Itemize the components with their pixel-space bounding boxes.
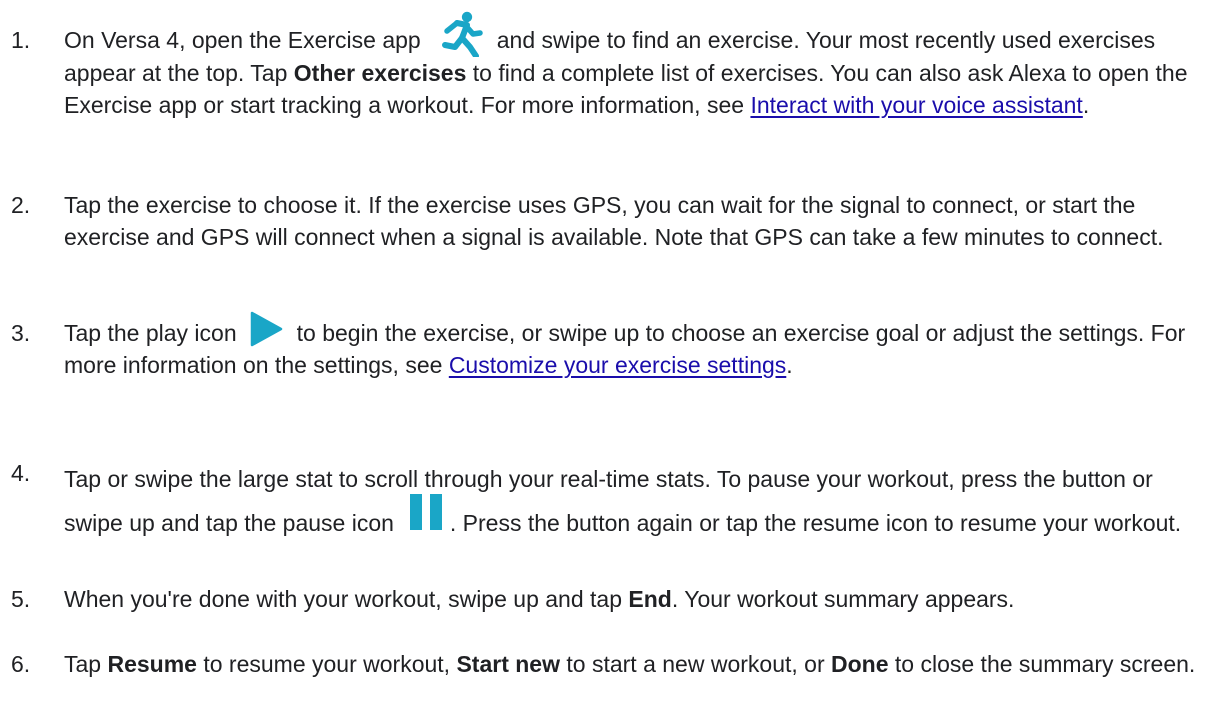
step-number: 3.: [11, 320, 31, 346]
step-text-part: .: [1082, 91, 1090, 118]
end-label: End: [628, 586, 672, 612]
step-text-part: . Your workout summary appears.: [671, 586, 1015, 612]
step-text-part: . Press the button again or tap the resu…: [449, 510, 1182, 536]
step-text: On Versa 4, open the Exercise app and sw…: [64, 11, 1214, 121]
step-text: Tap the exercise to choose it. If the ex…: [64, 189, 1214, 253]
other-exercises-label: Other exercises: [293, 59, 467, 86]
step-text-part: Tap the exercise to choose it. If the ex…: [64, 192, 1164, 250]
step-number: 5.: [11, 586, 31, 612]
step-number: 4.: [11, 460, 31, 486]
running-person-icon: [433, 11, 483, 59]
interact-with-voice-assistant-link[interactable]: Interact with your voice assistant: [750, 92, 1082, 118]
play-icon: [249, 311, 283, 347]
step-text-part: When you're done with your workout, swip…: [64, 586, 629, 612]
step-text-part: to start a new workout, or: [560, 651, 832, 677]
resume-label: Resume: [107, 651, 197, 677]
step-text: Tap or swipe the large stat to scroll th…: [64, 457, 1214, 545]
step-text-part: to resume your workout,: [196, 651, 457, 677]
step-text-part: Tap: [64, 651, 108, 677]
step-number: 6.: [11, 651, 31, 677]
step-text: Tap the play icon to begin the exercise,…: [64, 311, 1214, 381]
pause-icon: [406, 493, 446, 533]
step-number: 1.: [11, 27, 31, 53]
done-label: Done: [831, 651, 889, 677]
step-text-part: to close the summary screen.: [888, 651, 1196, 677]
step-text: Tap Resume to resume your workout, Start…: [64, 648, 1214, 680]
step-text-part: .: [786, 352, 793, 378]
step-number: 2.: [11, 192, 31, 218]
step-text-part: On Versa 4, open the Exercise app: [64, 27, 421, 53]
step-text: When you're done with your workout, swip…: [64, 583, 1214, 615]
customize-exercise-settings-link[interactable]: Customize your exercise settings: [449, 352, 786, 378]
step-text-part: Tap the play icon: [64, 320, 237, 346]
start-new-label: Start new: [456, 651, 560, 677]
